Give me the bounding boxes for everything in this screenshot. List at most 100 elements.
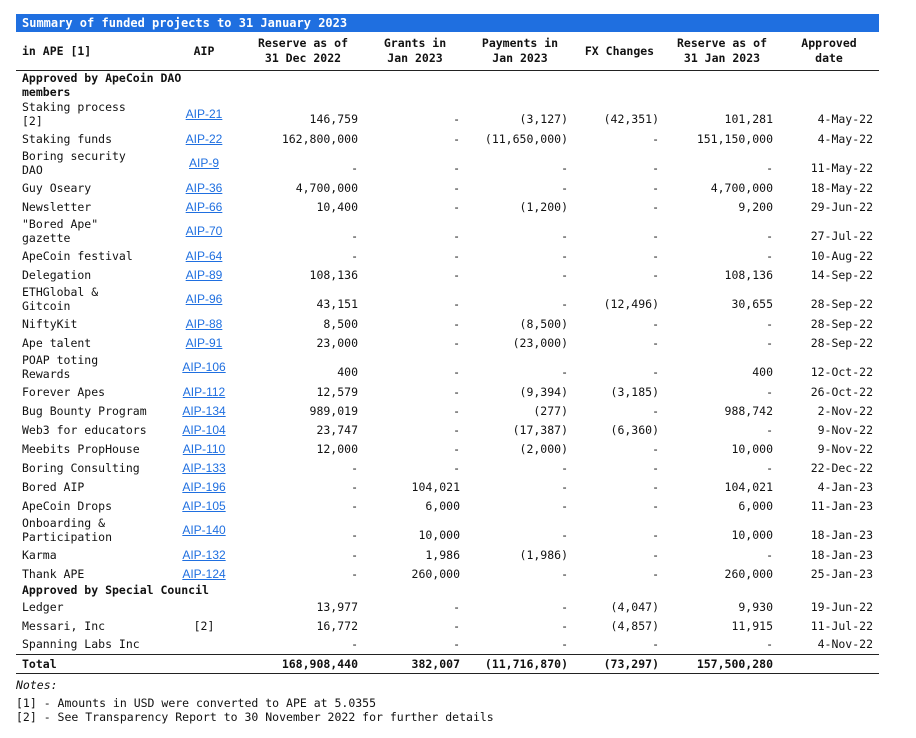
- total-date: [779, 653, 879, 674]
- reserve-dec-cell: 400: [337, 365, 358, 379]
- aip-link[interactable]: AIP-124: [182, 567, 225, 581]
- reserve-jan-cell: 101,281: [724, 112, 773, 126]
- payments-cell: -: [561, 528, 568, 542]
- project-name: Web3 for educators: [22, 422, 147, 437]
- aip-link[interactable]: AIP-64: [186, 249, 223, 263]
- reserve-dec-cell: 23,747: [316, 422, 358, 437]
- reserve-jan-cell: -: [766, 316, 773, 331]
- project-name: "Bored Ape" gazette: [22, 217, 99, 245]
- approved-date-cell: 11-Jan-23: [810, 498, 873, 513]
- aip-link[interactable]: AIP-96: [186, 292, 223, 306]
- total-grants: 382,007: [364, 653, 466, 674]
- grants-cell: 6,000: [425, 498, 460, 513]
- table-row: Ape talent AIP-91 23,000 - (23,000) - - 28-Sep-…: [16, 333, 879, 352]
- fx-cell: -: [652, 637, 659, 652]
- project-name: Staking funds: [22, 131, 113, 146]
- reserve-jan-cell: 400: [752, 365, 773, 379]
- grants-cell: -: [453, 297, 460, 311]
- aip-link[interactable]: AIP-132: [182, 548, 225, 562]
- project-name: Boring Consulting: [22, 460, 140, 475]
- table-row: ETHGlobal & Gitcoin AIP-96 43,151 - - (12,496)…: [16, 284, 879, 314]
- project-name: Onboarding & Participation: [22, 516, 113, 544]
- project-name: Delegation: [22, 267, 92, 282]
- reserve-jan-cell: 11,915: [731, 618, 773, 633]
- payments-cell: (23,000): [512, 335, 568, 350]
- aip-link[interactable]: AIP-140: [182, 523, 225, 537]
- fx-cell: -: [652, 248, 659, 263]
- grants-cell: 1,986: [425, 547, 460, 562]
- fx-cell: -: [652, 365, 659, 379]
- aip-link[interactable]: AIP-66: [186, 200, 223, 214]
- reserve-dec-cell: -: [351, 498, 358, 513]
- aip-link[interactable]: AIP-106: [182, 360, 225, 374]
- reserve-dec-cell: -: [351, 566, 358, 581]
- grants-cell: -: [453, 599, 460, 614]
- aip-ref: [2]: [193, 618, 215, 633]
- reserve-jan-cell: 988,742: [724, 403, 773, 418]
- fx-cell: (4,047): [610, 599, 659, 614]
- aip-cell: AIP-134: [166, 401, 242, 420]
- fx-cell: -: [652, 180, 659, 195]
- aip-cell: AIP-133: [166, 458, 242, 477]
- table-row: NiftyKit AIP-88 8,500 - (8,500) - - 28-Sep-22: [16, 314, 879, 333]
- table-row: Spanning Labs Inc - - - - - 4-Nov-22: [16, 635, 879, 654]
- approved-date-cell: 4-Nov-22: [817, 637, 873, 652]
- table-row: Messari, Inc [2] 16,772 - - (4,857) 11,915 11-J…: [16, 616, 879, 635]
- section-dao: Approved by ApeCoin DAO members: [16, 71, 879, 99]
- project-name: Forever Apes: [22, 384, 106, 399]
- aip-link[interactable]: AIP-196: [182, 480, 225, 494]
- table-row: Staking process [2] AIP-21 146,759 - (3,127) (…: [16, 99, 879, 129]
- aip-link[interactable]: AIP-9: [189, 156, 219, 170]
- project-name: Bug Bounty Program: [22, 403, 147, 418]
- aip-link[interactable]: AIP-22: [186, 132, 223, 146]
- payments-cell: -: [561, 180, 568, 195]
- aip-link[interactable]: AIP-134: [182, 404, 225, 418]
- aip-link[interactable]: AIP-88: [186, 317, 223, 331]
- aip-link[interactable]: AIP-89: [186, 268, 223, 282]
- total-reserve-jan: 157,500,280: [665, 653, 779, 674]
- reserve-jan-cell: 10,000: [731, 528, 773, 542]
- reserve-dec-cell: 16,772: [316, 618, 358, 633]
- reserve-dec-cell: -: [351, 248, 358, 263]
- aip-cell: AIP-106: [166, 352, 242, 382]
- reserve-jan-cell: 4,700,000: [710, 180, 773, 195]
- aip-cell: AIP-140: [166, 515, 242, 545]
- grants-cell: -: [453, 180, 460, 195]
- aip-cell: AIP-36: [166, 178, 242, 197]
- aip-link[interactable]: AIP-70: [186, 224, 223, 238]
- report: Summary of funded projects to 31 January…: [16, 14, 879, 724]
- aip-link[interactable]: AIP-36: [186, 181, 223, 195]
- grants-cell: -: [453, 403, 460, 418]
- approved-date-cell: 22-Dec-22: [810, 460, 873, 475]
- grants-cell: -: [453, 112, 460, 126]
- payments-cell: -: [561, 599, 568, 614]
- grants-cell: -: [453, 618, 460, 633]
- aip-cell: AIP-132: [166, 545, 242, 564]
- aip-link[interactable]: AIP-105: [182, 499, 225, 513]
- project-name: Thank APE: [22, 566, 85, 581]
- grants-cell: -: [453, 161, 460, 175]
- grants-cell: 10,000: [418, 528, 460, 542]
- total-label: Total: [16, 653, 166, 674]
- reserve-dec-cell: 12,000: [316, 441, 358, 456]
- header-approved-date: Approved date: [779, 32, 879, 71]
- approved-date-cell: 10-Aug-22: [810, 248, 873, 263]
- fx-cell: (12,496): [603, 297, 659, 311]
- aip-link[interactable]: AIP-112: [183, 385, 225, 399]
- aip-link[interactable]: AIP-133: [182, 461, 225, 475]
- fx-cell: -: [652, 267, 659, 282]
- approved-date-cell: 28-Sep-22: [810, 316, 873, 331]
- aip-link[interactable]: AIP-110: [183, 442, 225, 456]
- total-payments: (11,716,870): [466, 653, 574, 674]
- project-name: NiftyKit: [22, 316, 78, 331]
- aip-cell: AIP-112: [166, 382, 242, 401]
- approved-date-cell: 11-May-22: [810, 161, 873, 175]
- total-fx: (73,297): [574, 653, 665, 674]
- reserve-jan-cell: 10,000: [731, 441, 773, 456]
- total-row: Total 168,908,440 382,007 (11,716,870) (73,2…: [16, 653, 879, 674]
- fx-cell: -: [652, 316, 659, 331]
- aip-link[interactable]: AIP-21: [186, 107, 223, 121]
- aip-link[interactable]: AIP-91: [186, 336, 223, 350]
- aip-link[interactable]: AIP-104: [182, 423, 225, 437]
- grants-cell: -: [453, 229, 460, 243]
